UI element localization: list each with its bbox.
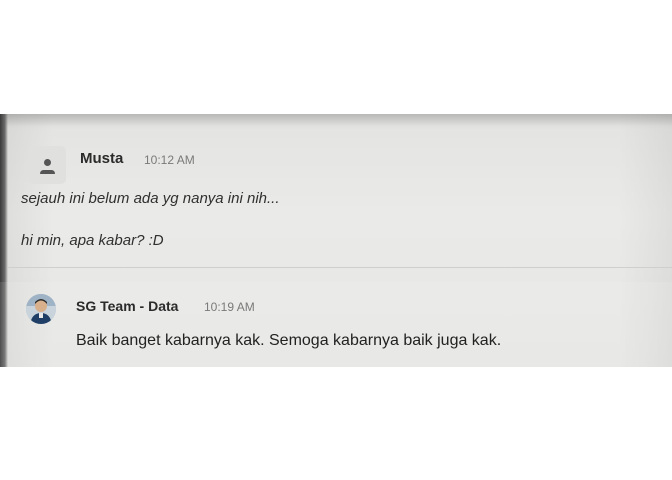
top-shadow xyxy=(0,114,672,126)
message-text: Baik banget kabarnya kak. Semoga kabarny… xyxy=(76,332,502,349)
avatar-shoulders xyxy=(40,170,55,174)
chat-screenshot: Musta 10:12 AM sejauh ini belum ada yg n… xyxy=(0,114,672,367)
user-photo-avatar[interactable] xyxy=(26,294,56,324)
avatar-head xyxy=(44,159,51,166)
message-timestamp: 10:19 AM xyxy=(204,300,255,314)
default-user-icon[interactable] xyxy=(28,146,66,184)
message-divider xyxy=(8,267,672,268)
message-musta: Musta 10:12 AM sejauh ini belum ada yg n… xyxy=(0,140,672,268)
message-text: sejauh ini belum ada yg nanya ini nih... xyxy=(21,190,280,207)
message-timestamp: 10:12 AM xyxy=(144,153,195,167)
author-name[interactable]: Musta xyxy=(80,150,123,167)
avatar-photo-graphic xyxy=(26,294,56,324)
author-name[interactable]: SG Team - Data xyxy=(76,298,178,314)
message-text: hi min, apa kabar? :D xyxy=(21,232,164,249)
message-sg-team: SG Team - Data 10:19 AM Baik banget kaba… xyxy=(0,282,672,367)
